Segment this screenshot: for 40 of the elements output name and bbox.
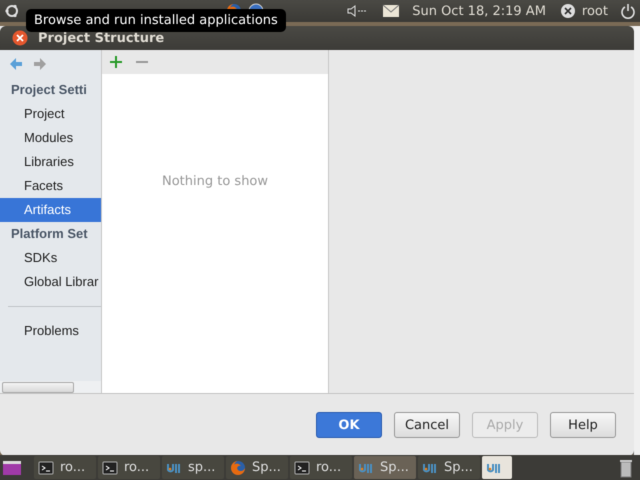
add-icon[interactable] [108, 54, 124, 70]
taskbar-button[interactable]: Sp... [418, 456, 480, 479]
trash-icon[interactable] [618, 458, 634, 478]
section-heading: Platform Set [10, 225, 89, 243]
taskbar-button[interactable]: Sp... [226, 456, 288, 479]
sidebar-item[interactable]: Libraries [0, 150, 101, 174]
clock[interactable]: Sun Oct 18, 2:19 AM [412, 4, 546, 18]
taskbar-button[interactable]: ro... [34, 456, 96, 479]
scrollbar-thumb[interactable] [2, 382, 74, 392]
taskbar-button[interactable]: ro... [98, 456, 160, 479]
terminal-icon [38, 460, 54, 476]
close-icon[interactable] [12, 30, 28, 46]
sidebar-item[interactable]: Artifacts [0, 198, 101, 222]
logo-icon[interactable] [4, 3, 20, 19]
sidebar-item[interactable]: Problems [0, 319, 101, 343]
empty-text: Nothing to show [162, 174, 268, 190]
tooltip: Browse and run installed applications [26, 9, 286, 32]
sidebar-item[interactable]: SDKs [0, 246, 101, 270]
terminal-icon [102, 460, 118, 476]
sidebar-item[interactable]: Global Librar [0, 270, 101, 294]
user-icon[interactable] [560, 3, 576, 19]
desktop-icon[interactable] [2, 458, 22, 476]
dialog-button[interactable]: Cancel [394, 412, 460, 438]
taskbar-button[interactable]: sp... [162, 456, 224, 479]
sidebar-item[interactable]: Project [0, 102, 101, 126]
taskbar-button[interactable]: Sp... [354, 456, 416, 479]
sidebar-item[interactable]: Facets [0, 174, 101, 198]
dialog-button[interactable]: OK [316, 412, 382, 438]
mail-icon[interactable] [382, 3, 400, 19]
dialog-button[interactable]: Help [550, 412, 616, 438]
sidebar-item[interactable]: Modules [0, 126, 101, 150]
browser-icon [230, 460, 246, 476]
taskbar-button[interactable]: ro... [290, 456, 352, 479]
volume-icon[interactable] [346, 3, 368, 19]
terminal-icon [294, 460, 310, 476]
section-heading: Project Setti [10, 81, 88, 99]
taskbar-button[interactable] [482, 456, 512, 479]
window-title: Project Structure [38, 30, 164, 46]
power-icon[interactable] [620, 3, 636, 19]
user-name[interactable]: root [582, 4, 608, 18]
